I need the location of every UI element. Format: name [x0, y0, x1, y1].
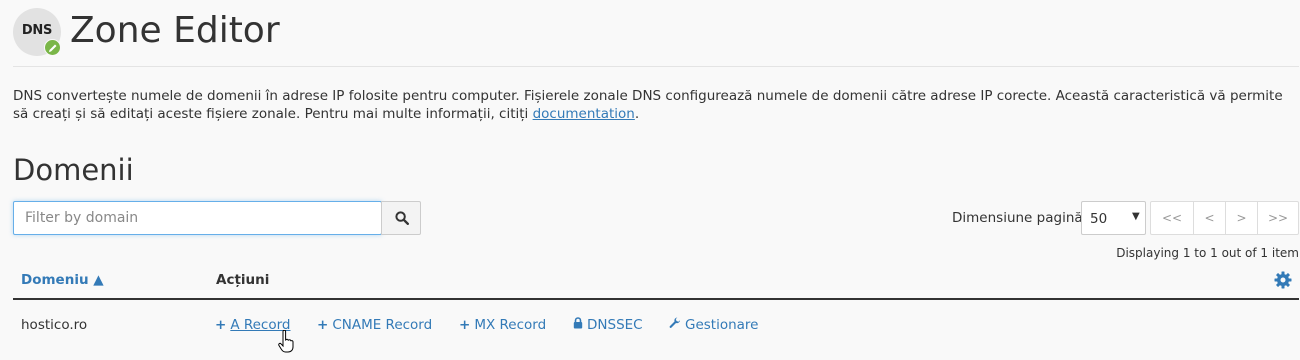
last-page-button[interactable]: >> [1257, 201, 1299, 235]
cname-record-label: CNAME Record [332, 317, 433, 333]
dnssec-label: DNSSEC [587, 317, 643, 333]
manage-action[interactable]: Gestionare [669, 317, 759, 333]
prev-page-button[interactable]: < [1193, 201, 1226, 235]
column-header-domain[interactable]: Domeniu ▲ [21, 272, 104, 288]
plus-icon: + [215, 317, 227, 333]
search-icon [395, 211, 409, 225]
section-title: Domenii [13, 153, 134, 187]
description-text: DNS convertește numele de domenii în adr… [13, 88, 1283, 122]
lock-icon [573, 317, 583, 333]
page-title: Zone Editor [70, 10, 280, 51]
filter-domain-input[interactable] [13, 201, 382, 235]
mx-record-action[interactable]: + MX Record [459, 317, 546, 333]
search-button[interactable] [381, 201, 421, 235]
page-size-label: Dimensiune pagină [952, 210, 1083, 226]
domain-cell: hostico.ro [21, 317, 88, 333]
wrench-icon [669, 317, 681, 333]
gear-icon[interactable] [1274, 271, 1292, 293]
caret-down-icon: ▼ [1132, 211, 1140, 222]
next-page-button[interactable]: > [1225, 201, 1258, 235]
manage-label: Gestionare [685, 317, 759, 333]
page-size-select[interactable]: 50 ▼ [1081, 201, 1146, 235]
dns-logo-text: DNS [21, 23, 53, 38]
cname-record-action[interactable]: + CNAME Record [317, 317, 432, 333]
first-page-button[interactable]: << [1150, 201, 1194, 235]
page-size-value: 50 [1090, 211, 1108, 227]
plus-icon: + [317, 317, 329, 333]
hand-cursor-icon [278, 329, 294, 360]
dns-logo-icon: DNS [13, 8, 61, 56]
plus-icon: + [459, 317, 471, 333]
column-header-actions: Acțiuni [216, 272, 270, 288]
header-divider [13, 66, 1299, 67]
pencil-badge-icon [44, 39, 61, 56]
displaying-count: Displaying 1 to 1 out of 1 item [1116, 246, 1299, 260]
description-end: . [634, 106, 640, 122]
page-description: DNS convertește numele de domenii în adr… [13, 87, 1293, 123]
documentation-link[interactable]: documentation [533, 106, 635, 122]
mx-record-label: MX Record [474, 317, 547, 333]
dnssec-action[interactable]: DNSSEC [573, 317, 643, 333]
table-header-divider [13, 298, 1299, 300]
